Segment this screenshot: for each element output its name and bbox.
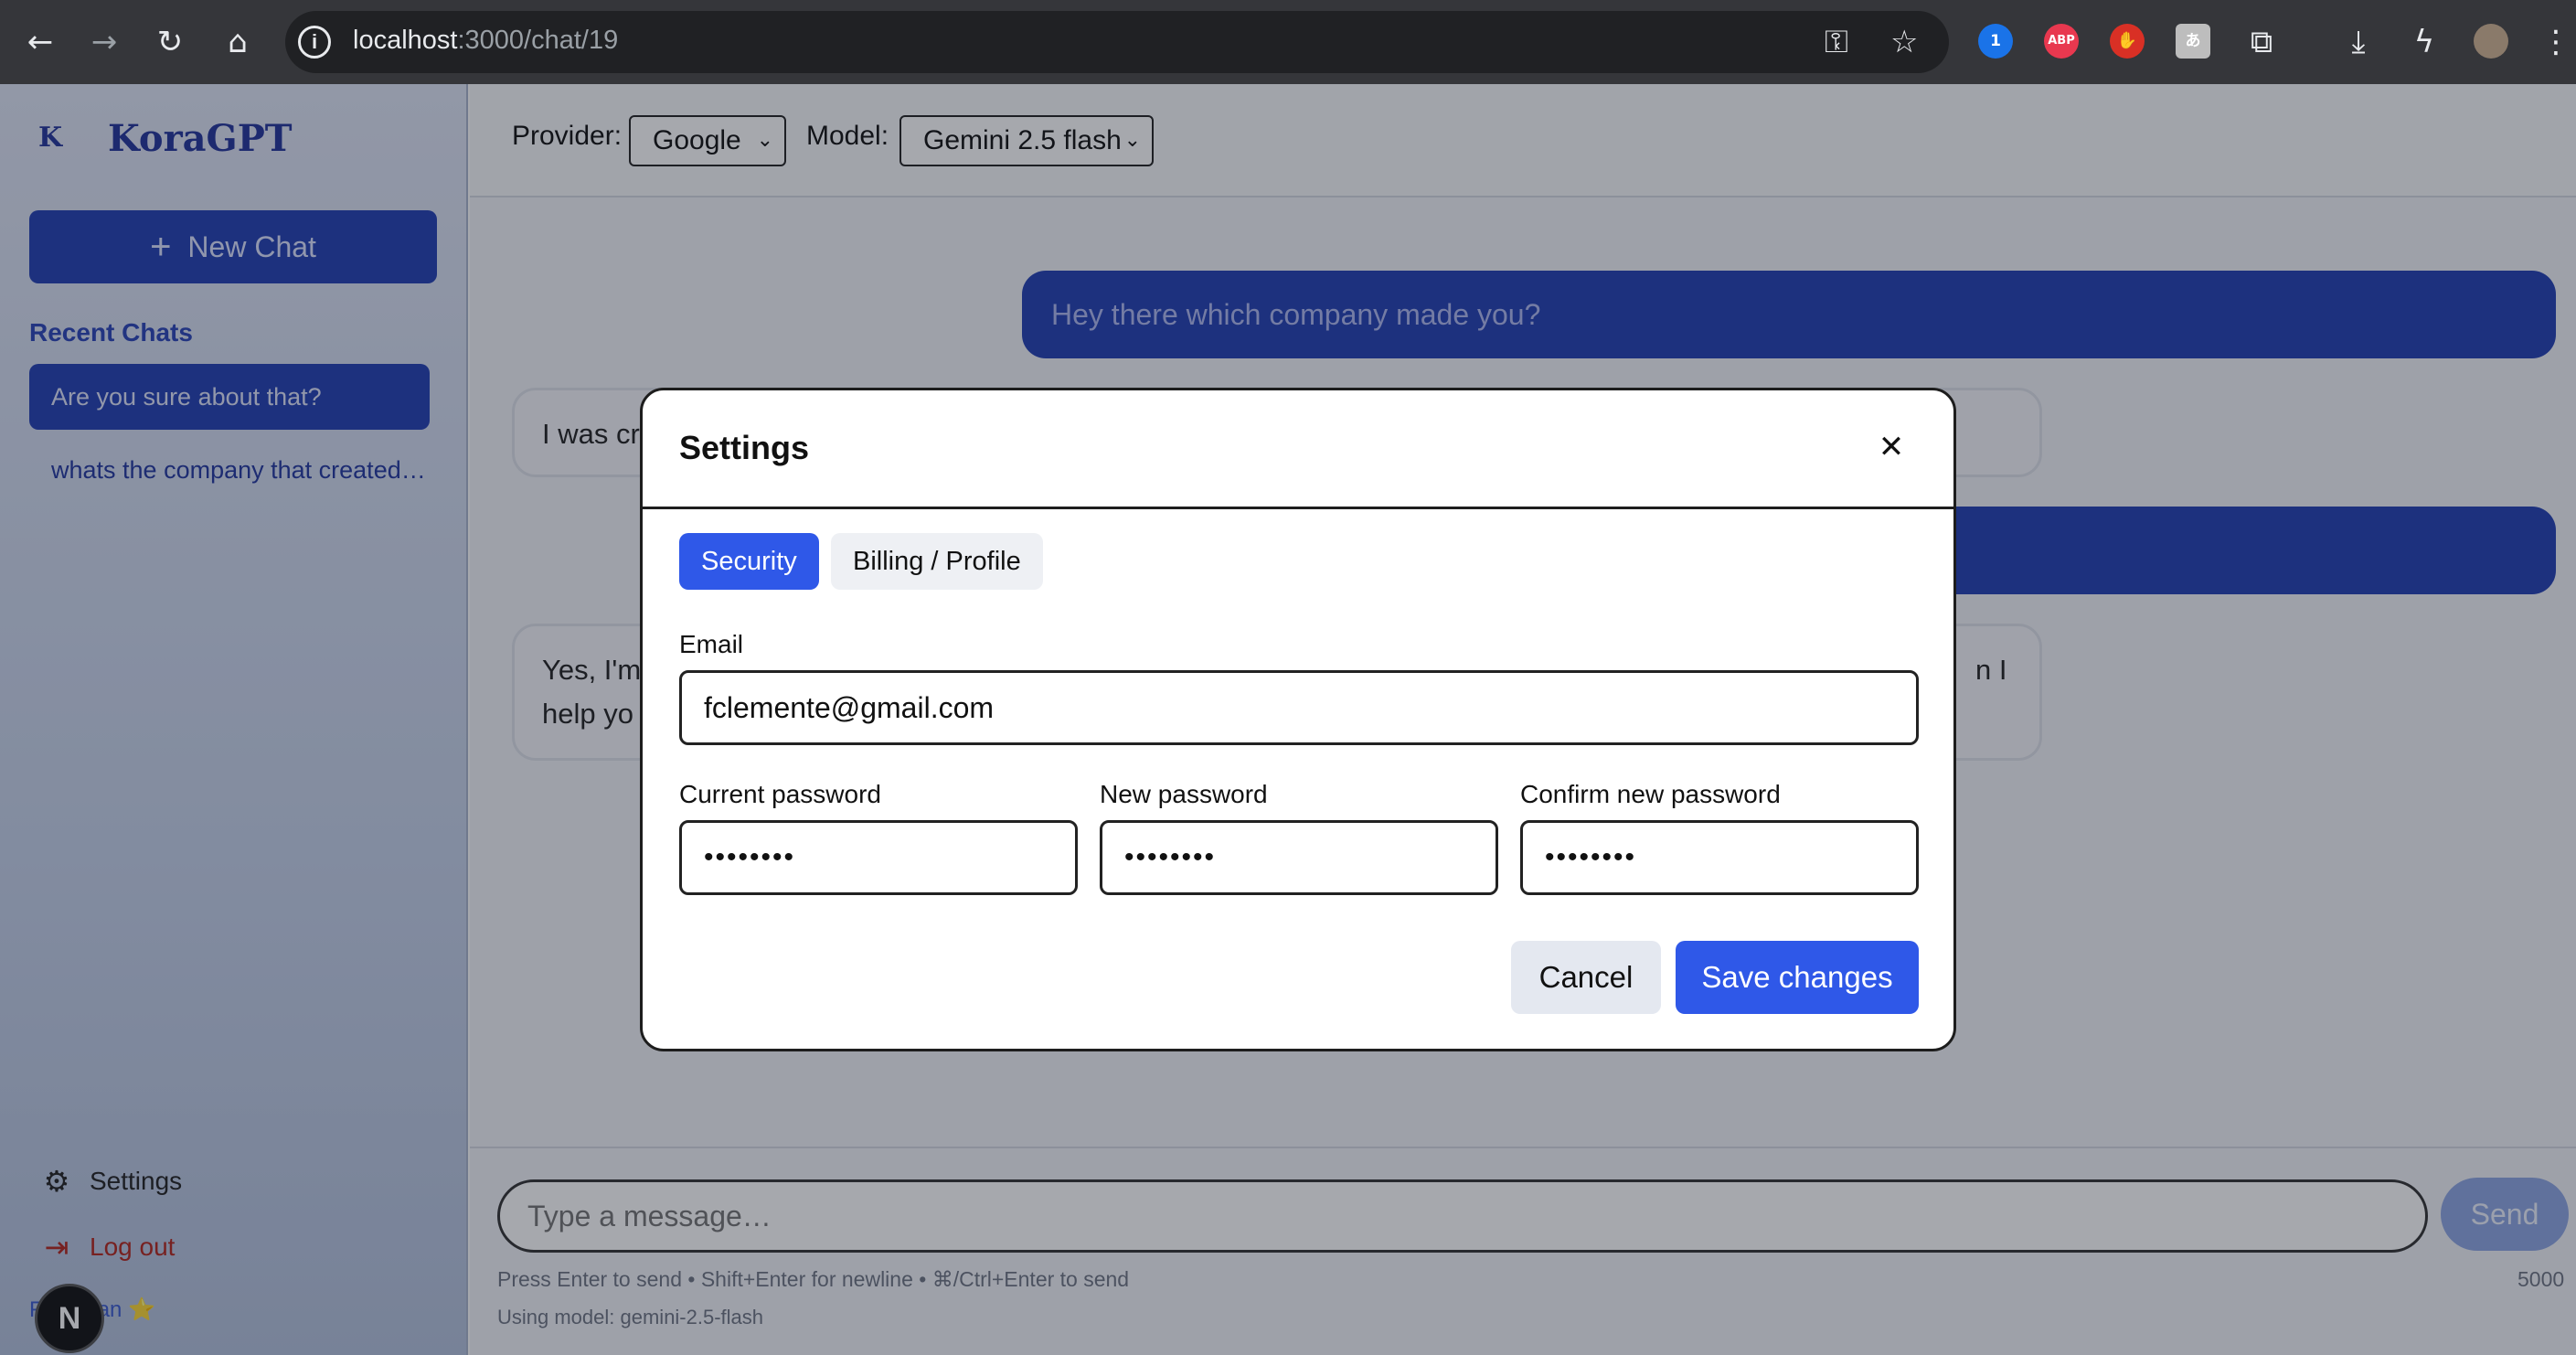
home-icon[interactable]: ⌂ <box>219 24 256 60</box>
browser-menu-icon[interactable]: ⋮ <box>2538 24 2574 60</box>
ublock-icon[interactable]: ✋ <box>2110 24 2145 59</box>
settings-modal: Settings ✕ Security Billing / Profile Em… <box>640 388 1956 1051</box>
modal-header: Settings ✕ <box>643 390 1953 509</box>
bookmark-star-icon[interactable]: ☆ <box>1890 24 1918 60</box>
current-password-label: Current password <box>679 780 881 808</box>
site-info-icon[interactable]: i <box>298 26 331 59</box>
download-icon[interactable]: ⤓ <box>2340 24 2377 60</box>
browser-toolbar: ← → ↻ ⌂ i localhost:3000/chat/19 ⚿ ☆ 1 A… <box>0 0 2576 84</box>
tab-security[interactable]: Security <box>679 533 819 590</box>
cancel-button[interactable]: Cancel <box>1511 941 1661 1014</box>
new-password-label: New password <box>1100 780 1268 808</box>
current-password-field[interactable] <box>679 820 1078 895</box>
new-password-field[interactable] <box>1100 820 1498 895</box>
save-changes-button[interactable]: Save changes <box>1676 941 1919 1014</box>
adblock-icon[interactable]: ABP <box>2044 24 2079 59</box>
confirm-password-label: Confirm new password <box>1520 780 1781 808</box>
onepassword-icon[interactable]: 1 <box>1978 24 2013 59</box>
forward-icon[interactable]: → <box>86 24 122 60</box>
reload-icon[interactable]: ↻ <box>152 24 188 60</box>
translate-icon[interactable]: あ <box>2176 24 2210 59</box>
profile-avatar-icon[interactable] <box>2474 24 2508 59</box>
performance-icon[interactable]: ϟ <box>2406 24 2443 60</box>
address-bar[interactable]: i localhost:3000/chat/19 ⚿ ☆ <box>285 11 1949 73</box>
url-text[interactable]: localhost:3000/chat/19 <box>353 26 618 56</box>
password-key-icon[interactable]: ⚿ <box>1825 24 1848 60</box>
tab-billing-profile[interactable]: Billing / Profile <box>831 533 1043 590</box>
email-field[interactable] <box>679 670 1919 745</box>
confirm-password-field[interactable] <box>1520 820 1919 895</box>
email-label: Email <box>679 630 744 658</box>
modal-title: Settings <box>679 429 810 466</box>
back-icon[interactable]: ← <box>22 24 59 60</box>
close-icon[interactable]: ✕ <box>1871 427 1911 467</box>
extensions-puzzle-icon[interactable]: ⧉ <box>2243 24 2280 60</box>
